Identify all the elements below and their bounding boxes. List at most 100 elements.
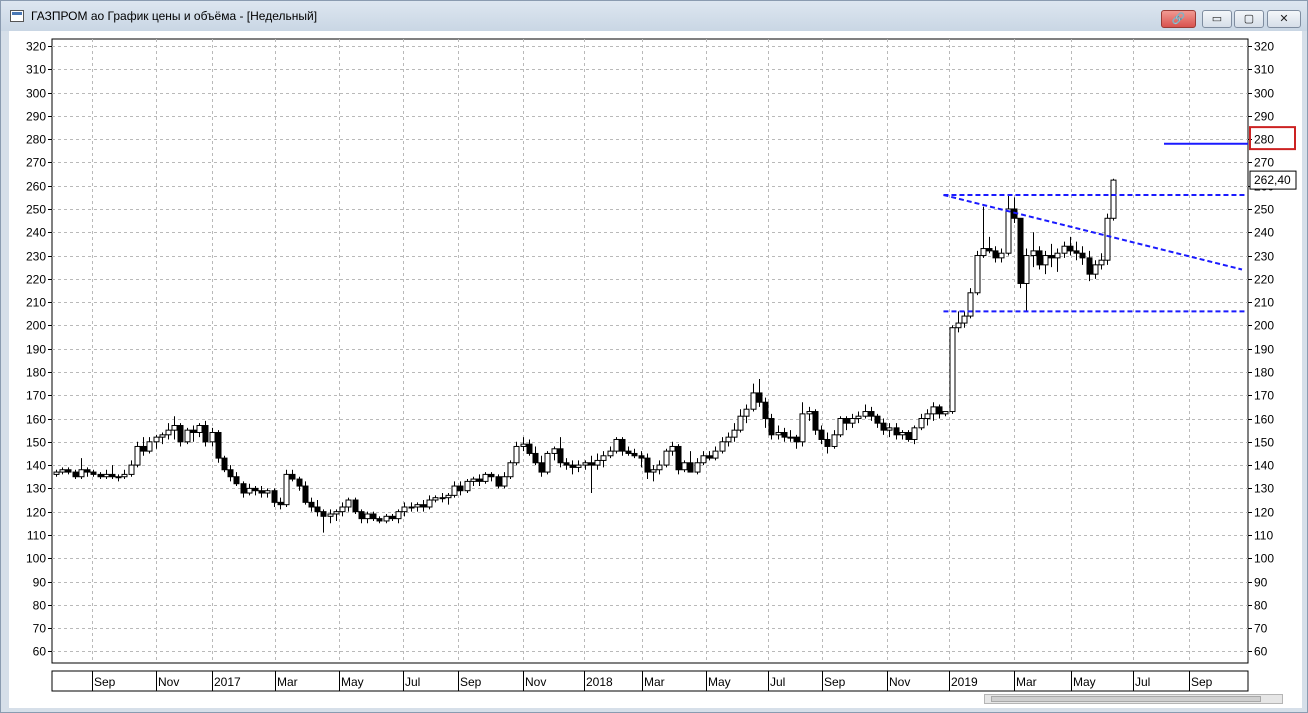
candle-body [806,411,813,415]
candle-body [694,462,701,473]
y-tick-label-right: 180 [1254,366,1274,380]
candle-body [918,418,925,429]
candle-body [221,457,228,471]
candle-body [650,469,657,473]
candle-body [955,322,962,329]
candle-body [675,445,682,471]
candle-body [513,445,520,464]
candle-body [563,462,570,466]
y-tick-label-right: 210 [1254,296,1274,310]
horizontal-scrollbar[interactable] [984,694,1283,704]
candle-body [72,471,79,478]
candle-body [53,471,60,475]
x-tick-label: Sep [94,675,116,689]
x-tick-label: Nov [889,675,910,689]
candle-body [426,499,433,508]
candle-body [967,292,974,317]
x-tick-label: Mar [1016,675,1037,689]
candle-body [719,441,726,452]
candle-body [202,425,209,443]
candle-body [520,443,527,447]
candle-body [59,469,66,473]
y-tick-label-right: 110 [1254,529,1273,543]
candle-body [184,429,191,443]
price-chart[interactable]: 60 60 70 70 80 80 90 90 100 100 110 110 120 120 130 130… [9,31,1302,708]
candle-body [1098,259,1105,266]
candle-body [737,415,744,431]
y-tick-label-left: 280 [26,133,46,147]
candle-body [65,469,72,473]
chart-area[interactable]: 60 60 70 70 80 80 90 90 100 100 110 110 120 120 130 130… [9,31,1302,708]
minimize-icon: ▭ [1211,13,1223,25]
candle-body [339,506,346,513]
x-tick-label: 2019 [951,675,978,689]
y-tick-label-right: 300 [1254,87,1274,101]
scrollbar-thumb[interactable] [991,696,1261,702]
candle-body [439,497,446,500]
candle-body [1073,250,1080,254]
candle-body [383,515,390,522]
candle-body [656,464,663,471]
candle-body [886,427,893,431]
candle-body [557,448,564,464]
y-tick-label-right: 290 [1254,110,1274,124]
x-tick-label: Nov [158,675,179,689]
candle-body [432,497,439,501]
candle-body [831,434,838,447]
candle-body [134,445,141,466]
close-icon: ✕ [1279,13,1289,25]
candle-body [607,450,614,457]
candle-body [395,511,402,520]
y-tick-label-left: 90 [33,576,47,590]
candle-body [868,411,875,417]
y-tick-label-left: 180 [26,366,46,380]
candle-body [762,401,769,420]
candle-body [488,473,495,478]
x-tick-label: 2017 [214,675,241,689]
candle-body [818,429,825,440]
candle-body [930,406,937,415]
candle-body [289,473,296,480]
candle-body [470,478,477,482]
candle-body [551,448,558,454]
link-button[interactable]: 🔗 [1161,10,1196,28]
candle-body [582,462,589,466]
y-tick-label-left: 190 [26,343,46,357]
title-bar[interactable]: ГАЗПРОМ ао График цены и объёма - [Недел… [1,1,1307,31]
candle-body [619,438,626,452]
y-tick-label-left: 100 [26,552,46,566]
y-tick-label-left: 240 [26,226,46,240]
candle-body [401,506,408,513]
candle-body [1110,179,1117,219]
y-tick-label-left: 160 [26,413,46,427]
candle-body [97,473,104,478]
candle-body [271,490,278,503]
candle-body [681,462,688,471]
candle-body [121,473,128,478]
candle-body [495,476,502,487]
candle-body [140,445,147,452]
y-tick-label-right: 80 [1254,599,1268,613]
candle-body [998,252,1005,259]
candle-body [283,473,290,506]
candle-body [631,452,638,457]
candle-body [638,455,645,459]
candle-body [768,418,775,436]
candle-body [874,415,881,424]
candle-body [849,418,856,424]
y-tick-label-right: 160 [1254,413,1274,427]
candle-body [725,436,732,443]
close-button[interactable]: ✕ [1267,10,1301,28]
candle-body [215,431,222,459]
candle-body [159,434,166,438]
y-tick-label-left: 320 [26,40,46,54]
y-tick-label-left: 60 [33,645,47,659]
minimize-button[interactable]: ▭ [1202,10,1232,28]
candle-body [644,457,651,473]
y-tick-label-left: 290 [26,110,46,124]
maximize-button[interactable]: ▢ [1234,10,1264,28]
y-tick-label-left: 120 [26,506,46,520]
candle-body [345,499,352,508]
x-tick-label: Nov [525,675,546,689]
candle-body [974,255,981,294]
